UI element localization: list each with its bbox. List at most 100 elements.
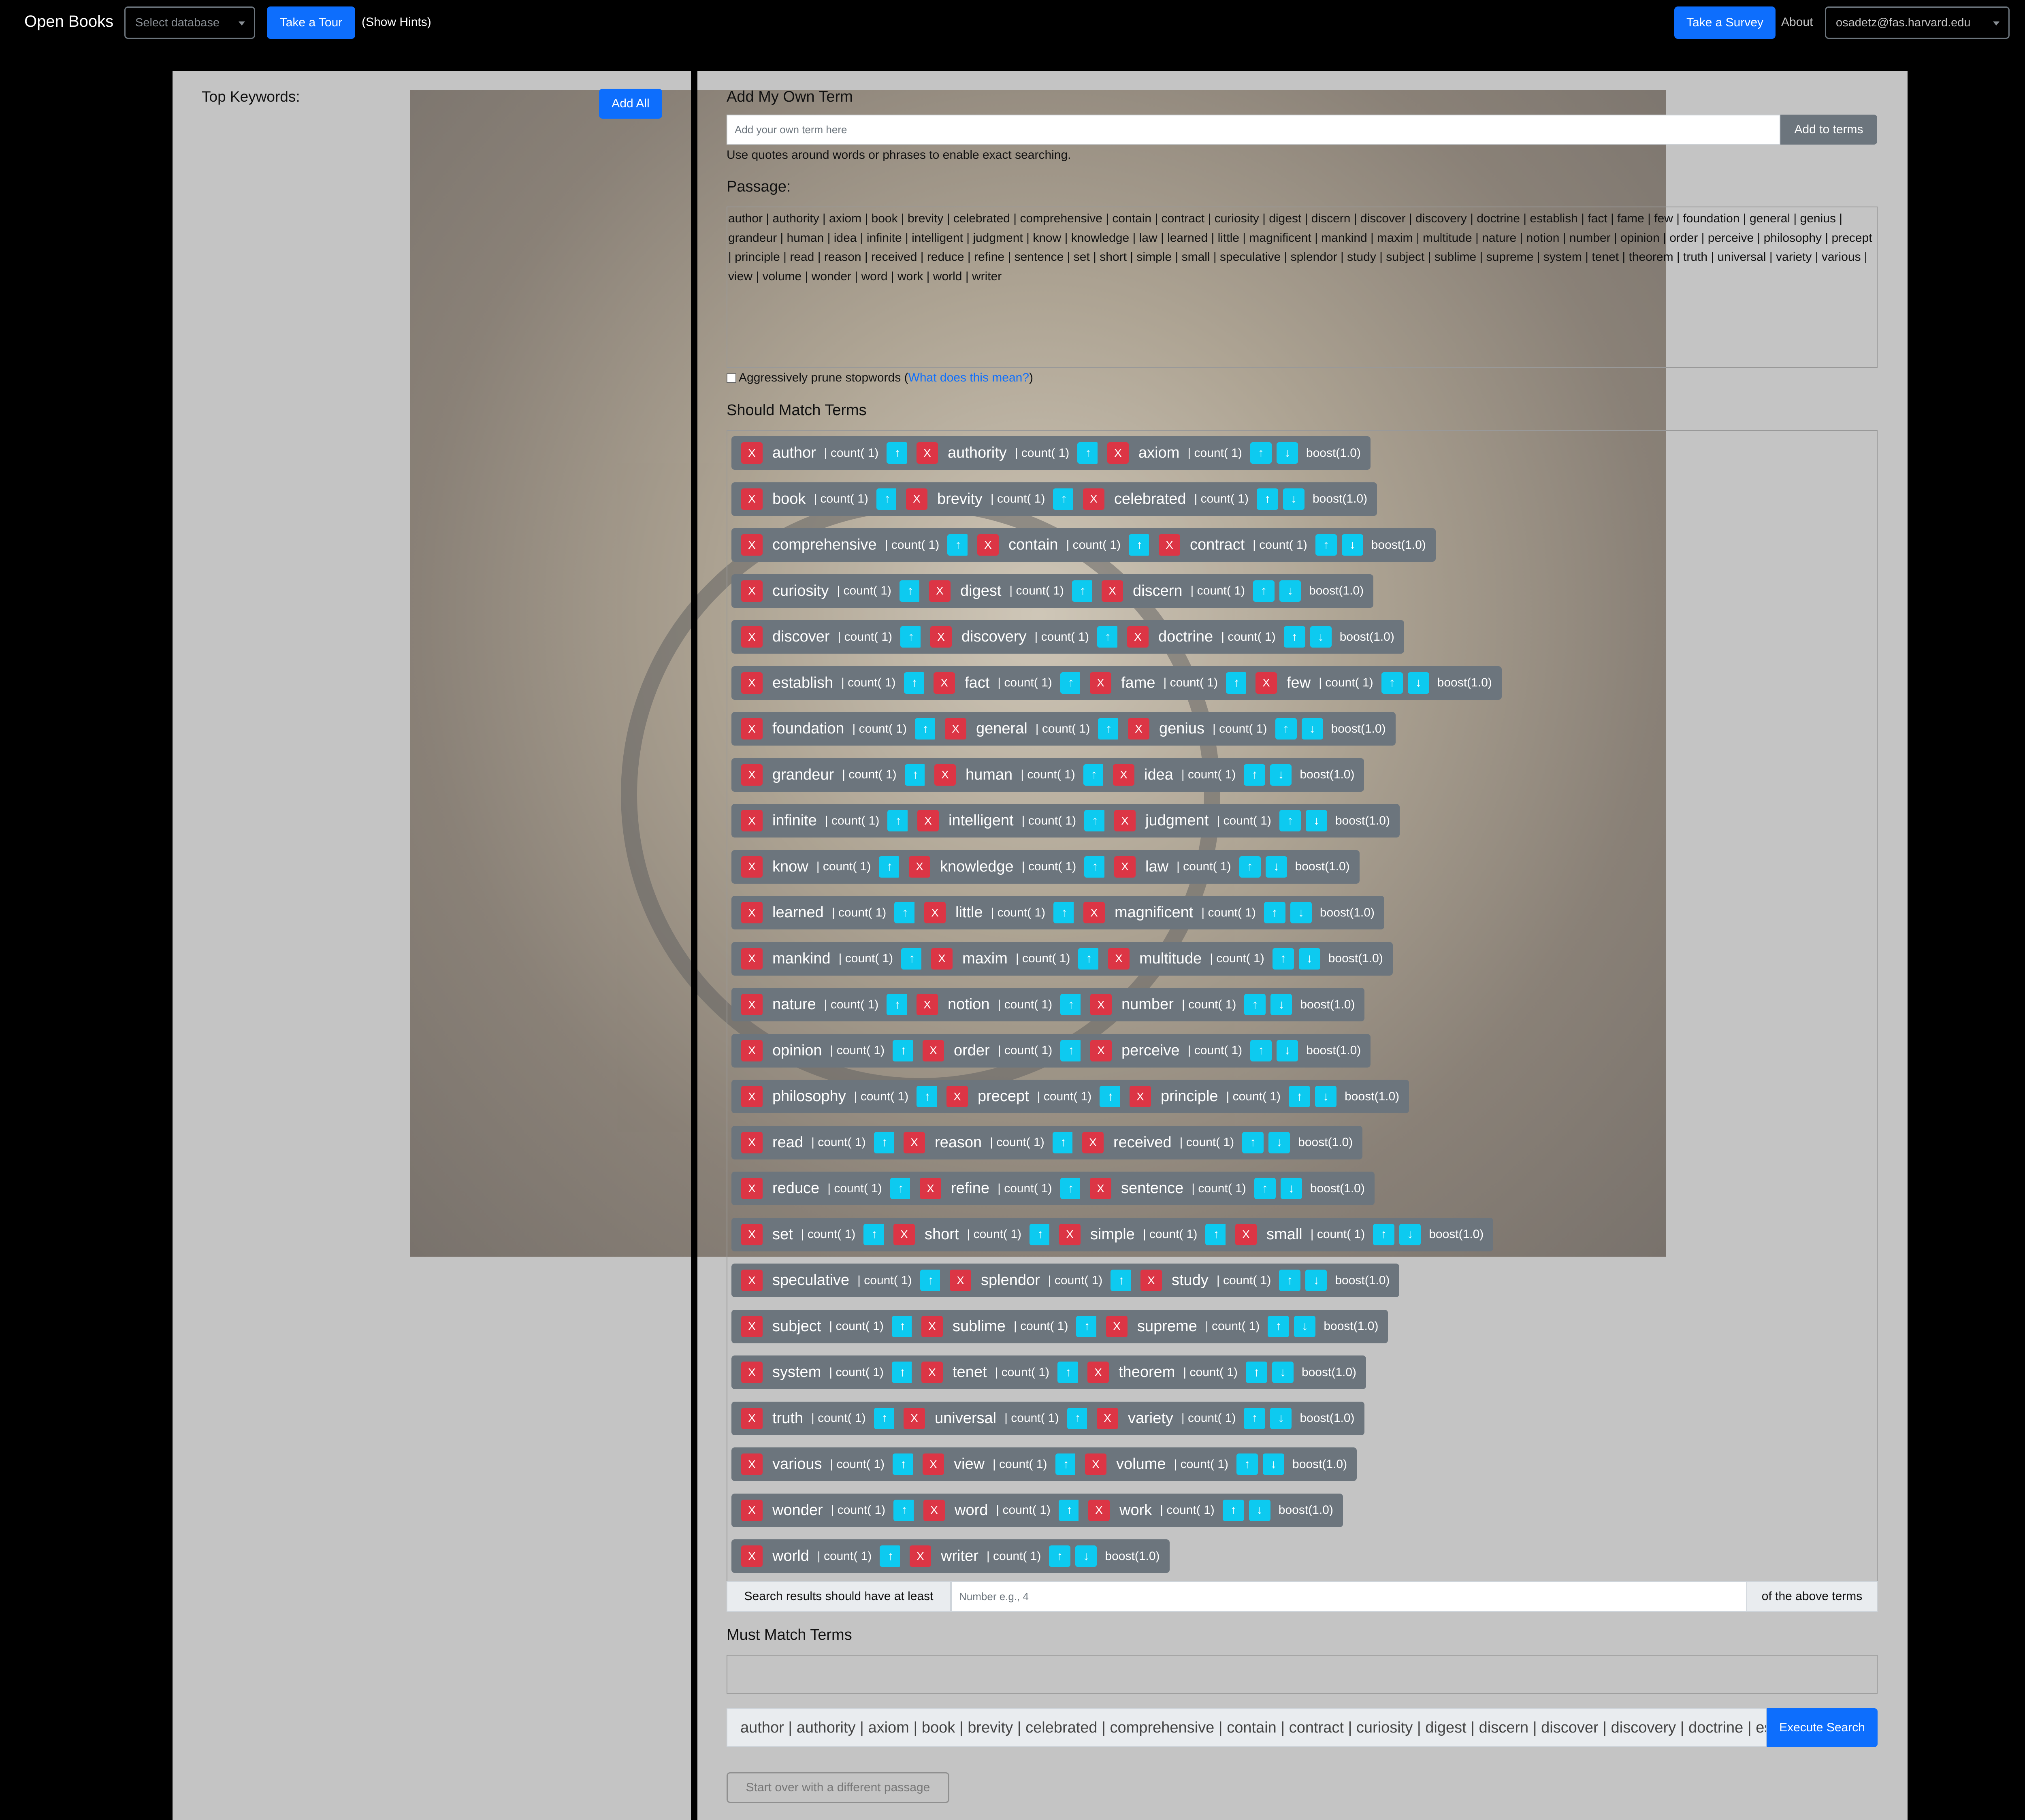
arrow-up-icon[interactable]: ↑ (891, 1362, 913, 1383)
arrow-up-icon[interactable]: ↑ (1111, 1270, 1132, 1291)
remove-term-button[interactable]: X (1130, 1086, 1151, 1107)
remove-term-button[interactable]: X (906, 488, 927, 510)
remove-term-button[interactable]: X (1059, 1223, 1081, 1245)
arrow-down-icon[interactable]: ↓ (1399, 1223, 1421, 1245)
what-does-this-mean-link[interactable]: What does this mean? (908, 371, 1030, 384)
remove-term-button[interactable]: X (1113, 764, 1134, 786)
arrow-up-icon[interactable]: ↑ (1052, 1132, 1074, 1153)
remove-term-button[interactable]: X (741, 1040, 763, 1061)
remove-term-button[interactable]: X (923, 1453, 944, 1475)
arrow-up-icon[interactable]: ↑ (879, 856, 901, 878)
remove-term-button[interactable]: X (1108, 948, 1130, 970)
arrow-up-icon[interactable]: ↑ (1098, 718, 1120, 740)
arrow-down-icon[interactable]: ↓ (1270, 994, 1292, 1015)
remove-term-button[interactable]: X (923, 1499, 945, 1521)
remove-term-button[interactable]: X (741, 810, 763, 831)
arrow-up-icon[interactable]: ↑ (1205, 1223, 1227, 1245)
remove-term-button[interactable]: X (741, 1407, 763, 1429)
arrow-up-icon[interactable]: ↑ (1072, 580, 1094, 602)
remove-term-button[interactable]: X (917, 994, 938, 1015)
execute-search-button[interactable]: Execute Search (1767, 1708, 1878, 1747)
arrow-down-icon[interactable]: ↓ (1280, 1178, 1302, 1199)
remove-term-button[interactable]: X (741, 534, 763, 556)
arrow-down-icon[interactable]: ↓ (1263, 1453, 1285, 1475)
remove-term-button[interactable]: X (904, 1132, 925, 1153)
arrow-up-icon[interactable]: ↑ (1060, 672, 1082, 694)
remove-term-button[interactable]: X (924, 902, 946, 923)
remove-term-button[interactable]: X (741, 488, 763, 510)
arrow-up-icon[interactable]: ↑ (863, 1223, 885, 1245)
user-menu[interactable]: osadetz@fas.harvard.edu (1825, 6, 2010, 39)
remove-term-button[interactable]: X (741, 1499, 763, 1521)
arrow-up-icon[interactable]: ↑ (1053, 488, 1075, 510)
arrow-up-icon[interactable]: ↑ (1381, 672, 1403, 694)
arrow-up-icon[interactable]: ↑ (1275, 718, 1297, 740)
must-match-box[interactable] (727, 1655, 1878, 1694)
arrow-up-icon[interactable]: ↑ (1053, 902, 1075, 923)
remove-term-button[interactable]: X (1159, 534, 1180, 556)
database-select[interactable]: Select database (124, 6, 255, 39)
arrow-up-icon[interactable]: ↑ (1100, 1086, 1121, 1107)
arrow-down-icon[interactable]: ↓ (1294, 1315, 1316, 1337)
remove-term-button[interactable]: X (934, 672, 955, 694)
take-tour-button[interactable]: Take a Tour (267, 6, 355, 39)
arrow-up-icon[interactable]: ↑ (1279, 1270, 1301, 1291)
remove-term-button[interactable]: X (1256, 672, 1277, 694)
passage-textarea[interactable]: author | authority | axiom | book | brev… (727, 207, 1878, 368)
remove-term-button[interactable]: X (930, 626, 952, 648)
remove-term-button[interactable]: X (950, 1270, 971, 1291)
remove-term-button[interactable]: X (923, 1040, 944, 1061)
arrow-down-icon[interactable]: ↓ (1310, 626, 1332, 648)
arrow-up-icon[interactable]: ↑ (880, 1545, 902, 1567)
arrow-down-icon[interactable]: ↓ (1407, 672, 1429, 694)
remove-term-button[interactable]: X (1114, 810, 1136, 831)
arrow-down-icon[interactable]: ↓ (1249, 1499, 1270, 1521)
remove-term-button[interactable]: X (1090, 1178, 1111, 1199)
min-terms-input[interactable]: Number e.g., 4 (951, 1581, 1761, 1612)
arrow-up-icon[interactable]: ↑ (1060, 994, 1082, 1015)
arrow-up-icon[interactable]: ↑ (1030, 1223, 1051, 1245)
arrow-up-icon[interactable]: ↑ (1244, 994, 1266, 1015)
remove-term-button[interactable]: X (1087, 1362, 1109, 1383)
remove-term-button[interactable]: X (921, 1362, 943, 1383)
remove-term-button[interactable]: X (741, 948, 763, 970)
remove-term-button[interactable]: X (741, 1545, 763, 1567)
arrow-up-icon[interactable]: ↑ (900, 626, 922, 648)
arrow-down-icon[interactable]: ↓ (1265, 856, 1287, 878)
arrow-down-icon[interactable]: ↓ (1315, 1086, 1337, 1107)
arrow-up-icon[interactable]: ↑ (915, 718, 937, 740)
remove-term-button[interactable]: X (1102, 580, 1123, 602)
arrow-up-icon[interactable]: ↑ (1057, 1362, 1079, 1383)
arrow-up-icon[interactable]: ↑ (920, 1270, 942, 1291)
remove-term-button[interactable]: X (1088, 1499, 1110, 1521)
remove-term-button[interactable]: X (1090, 1040, 1112, 1061)
remove-term-button[interactable]: X (741, 718, 763, 740)
add-to-terms-button[interactable]: Add to terms (1780, 115, 1877, 145)
arrow-up-icon[interactable]: ↑ (1264, 902, 1285, 923)
remove-term-button[interactable]: X (1128, 718, 1149, 740)
add-all-button[interactable]: Add All (599, 89, 662, 119)
remove-term-button[interactable]: X (904, 1407, 925, 1429)
remove-term-button[interactable]: X (909, 856, 930, 878)
arrow-up-icon[interactable]: ↑ (1226, 672, 1248, 694)
remove-term-button[interactable]: X (1090, 994, 1112, 1015)
arrow-up-icon[interactable]: ↑ (1283, 626, 1305, 648)
arrow-down-icon[interactable]: ↓ (1301, 718, 1323, 740)
arrow-up-icon[interactable]: ↑ (1077, 442, 1099, 464)
remove-term-button[interactable]: X (741, 902, 763, 923)
arrow-up-icon[interactable]: ↑ (874, 1132, 895, 1153)
arrow-up-icon[interactable]: ↑ (891, 1315, 913, 1337)
arrow-up-icon[interactable]: ↑ (1239, 856, 1261, 878)
arrow-up-icon[interactable]: ↑ (1250, 1040, 1272, 1061)
remove-term-button[interactable]: X (910, 1545, 931, 1567)
query-input[interactable]: author | authority | axiom | book | brev… (727, 1708, 1767, 1747)
arrow-down-icon[interactable]: ↓ (1276, 442, 1298, 464)
remove-term-button[interactable]: X (917, 810, 939, 831)
remove-term-button[interactable]: X (917, 442, 938, 464)
remove-term-button[interactable]: X (741, 626, 763, 648)
own-term-input[interactable]: Add your own term here (727, 115, 1780, 145)
remove-term-button[interactable]: X (1127, 626, 1149, 648)
arrow-up-icon[interactable]: ↑ (1245, 1362, 1267, 1383)
arrow-up-icon[interactable]: ↑ (1244, 764, 1266, 786)
arrow-up-icon[interactable]: ↑ (894, 902, 916, 923)
